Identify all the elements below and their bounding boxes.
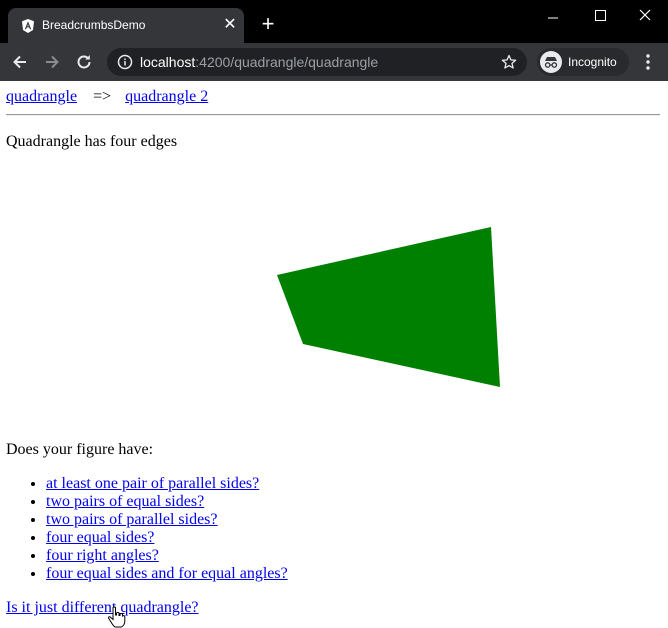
minimize-icon[interactable] — [530, 4, 576, 28]
info-icon[interactable] — [117, 54, 133, 70]
question-text: Does your figure have: — [6, 441, 154, 458]
new-tab-button[interactable]: + — [258, 13, 278, 35]
reload-icon[interactable] — [74, 52, 94, 72]
quadrangle-figure-canvas — [277, 227, 500, 387]
options-list: at least one pair of parallel sides? two… — [6, 475, 288, 583]
incognito-icon — [540, 51, 562, 73]
list-item: two pairs of parallel sides? — [46, 511, 288, 529]
list-item: four equal sides? — [46, 529, 288, 547]
option-link[interactable]: four equal sides? — [46, 529, 154, 546]
url-path: :4200/quadrangle/quadrangle — [195, 54, 379, 70]
list-item: at least one pair of parallel sides? — [46, 475, 288, 493]
incognito-label: Incognito — [568, 55, 617, 69]
browser-toolbar: localhost:4200/quadrangle/quadrangle Inc… — [0, 43, 668, 81]
different-quadrangle-link[interactable]: Is it just different quadrangle? — [6, 599, 199, 617]
bookmark-star-icon[interactable] — [501, 54, 517, 70]
incognito-badge[interactable]: Incognito — [537, 48, 629, 76]
option-link[interactable]: four equal sides and for equal angles? — [46, 565, 288, 582]
close-tab-icon[interactable]: ✕ — [222, 17, 238, 33]
back-arrow-icon[interactable] — [10, 52, 30, 72]
page-content: quadrangle => quadrangle 2 Quadrangle has … — [0, 81, 668, 628]
url-text: localhost:4200/quadrangle/quadrangle — [140, 54, 378, 70]
forward-arrow-icon[interactable] — [42, 52, 62, 72]
url-host: localhost — [140, 54, 196, 70]
list-item: four equal sides and for equal angles? — [46, 565, 288, 583]
title-bar: BreadcrumbsDemo ✕ + — [0, 0, 668, 43]
quadrangle-shape — [277, 227, 500, 387]
close-window-icon[interactable] — [622, 4, 668, 28]
option-link[interactable]: two pairs of parallel sides? — [46, 511, 218, 528]
list-item: two pairs of equal sides? — [46, 493, 288, 511]
hand-cursor-icon — [107, 606, 126, 628]
angular-icon — [22, 19, 34, 33]
option-link[interactable]: four right angles? — [46, 547, 159, 564]
maximize-icon[interactable] — [577, 4, 623, 28]
tab-title: BreadcrumbsDemo — [42, 18, 146, 32]
browser-tab[interactable]: BreadcrumbsDemo ✕ — [8, 8, 244, 43]
list-item: four right angles? — [46, 547, 288, 565]
option-link[interactable]: at least one pair of parallel sides? — [46, 475, 259, 492]
option-link[interactable]: two pairs of equal sides? — [46, 493, 204, 510]
address-bar[interactable]: localhost:4200/quadrangle/quadrangle — [107, 48, 527, 76]
menu-dots-icon[interactable] — [638, 52, 658, 72]
